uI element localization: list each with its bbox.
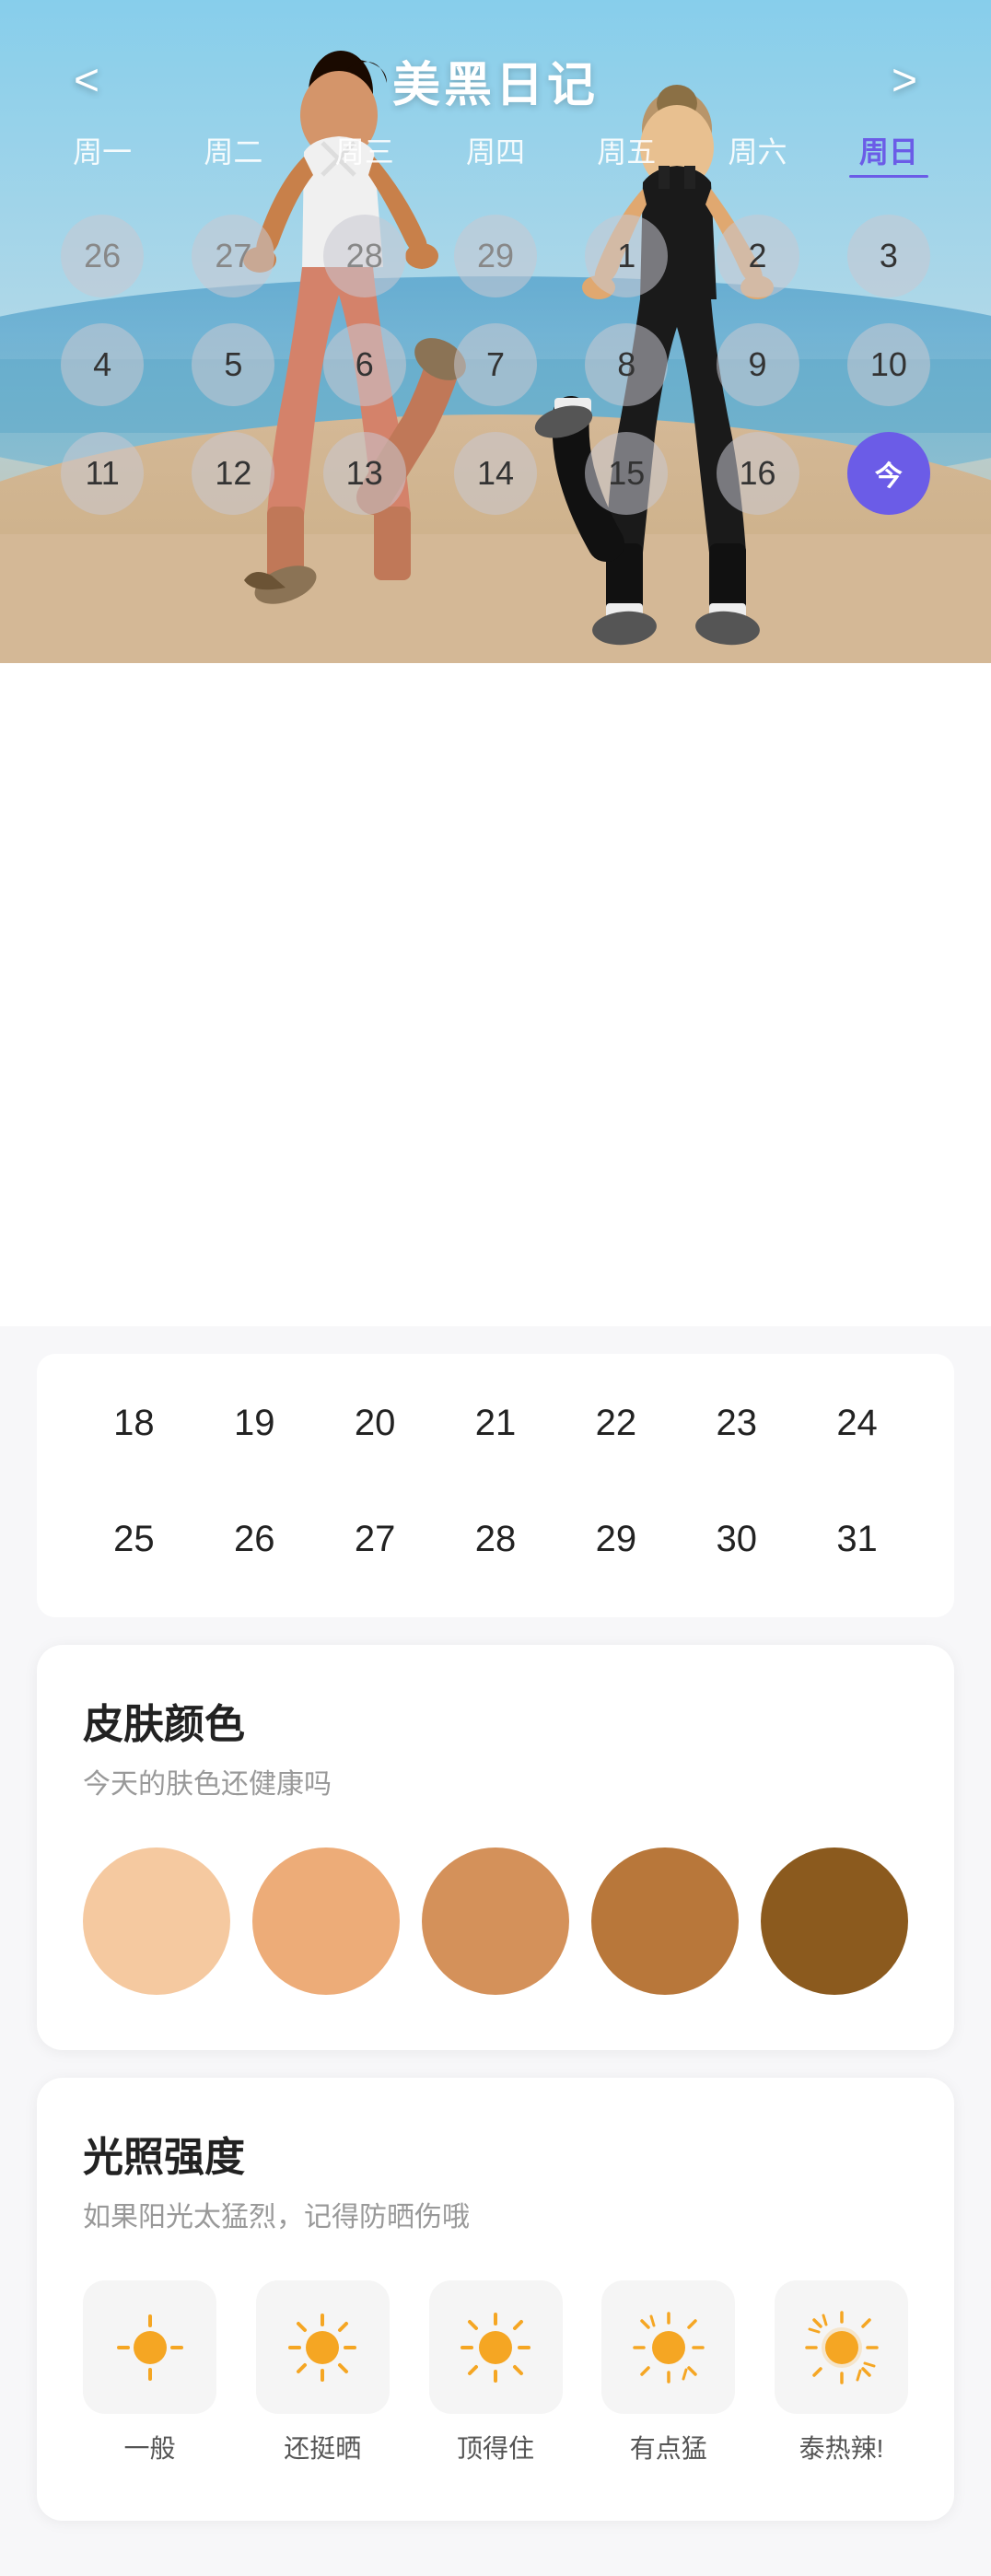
calendar-day[interactable]: 4 [37, 314, 168, 415]
skin-option-4[interactable] [591, 1847, 739, 1995]
calendar-day-today[interactable]: 今 [823, 423, 954, 524]
weekday-thu: 周四 [430, 120, 561, 187]
sun-option-2[interactable]: 还挺晒 [256, 2280, 390, 2465]
calendar-day[interactable]: 6 [299, 314, 430, 415]
calendar-day[interactable]: 9 [692, 314, 822, 415]
weekday-row: 周一 周二 周三 周四 周五 周六 周日 [37, 120, 954, 187]
sun-option-1-label: 一般 [123, 2429, 175, 2465]
weekday-fri: 周五 [561, 120, 692, 187]
skin-colors-row [83, 1847, 908, 1995]
calendar-day[interactable]: 28 [436, 1488, 556, 1590]
calendar-day[interactable]: 14 [430, 423, 561, 524]
calendar-day[interactable]: 3 [823, 205, 954, 307]
sun-option-4[interactable]: 有点猛 [601, 2280, 735, 2465]
skin-option-3[interactable] [422, 1847, 569, 1995]
hero-section: < 美黑日记 > 周一 周二 周三 周四 周五 周六 周日 26 27 28 [0, 0, 991, 663]
calendar-day[interactable]: 8 [561, 314, 692, 415]
calendar-day[interactable]: 21 [436, 1372, 556, 1474]
sun-option-2-label: 还挺晒 [284, 2429, 361, 2465]
sun-icon-4 [632, 2311, 705, 2384]
calendar-day[interactable]: 15 [561, 423, 692, 524]
calendar-day[interactable]: 28 [299, 205, 430, 307]
calendar-day[interactable]: 12 [168, 423, 298, 524]
calendar-day[interactable]: 1 [561, 205, 692, 307]
calendar-day[interactable]: 22 [555, 1372, 676, 1474]
sun-option-5[interactable]: 泰热辣! [775, 2280, 908, 2465]
calendar-day[interactable]: 7 [430, 314, 561, 415]
calendar-day[interactable]: 5 [168, 314, 298, 415]
sun-options-row: 一般 [83, 2280, 908, 2465]
sun-icon-wrap-2 [256, 2280, 390, 2414]
sun-option-3[interactable]: 顶得住 [429, 2280, 563, 2465]
sun-icon-1 [113, 2311, 187, 2384]
weekday-wed: 周三 [299, 120, 430, 187]
calendar-section: 周一 周二 周三 周四 周五 周六 周日 26 27 28 29 1 2 3 4 [0, 120, 991, 524]
sun-icon-wrap-5 [775, 2280, 908, 2414]
calendar-day[interactable]: 24 [797, 1372, 917, 1474]
weekday-mon: 周一 [37, 120, 168, 187]
sun-icon-2 [286, 2311, 359, 2384]
calendar-day[interactable]: 13 [299, 423, 430, 524]
calendar-day[interactable]: 18 [74, 1372, 194, 1474]
sun-option-5-label: 泰热辣! [799, 2429, 884, 2465]
sun-option-4-label: 有点猛 [630, 2429, 707, 2465]
calendar-day[interactable]: 10 [823, 314, 954, 415]
calendar-day[interactable]: 27 [168, 205, 298, 307]
skin-color-card: 皮肤颜色 今天的肤色还健康吗 [37, 1645, 954, 2050]
weekday-sat: 周六 [692, 120, 822, 187]
light-intensity-title: 光照强度 [83, 2124, 908, 2183]
weekday-sun: 周日 [823, 120, 954, 187]
calendar-day[interactable]: 20 [315, 1372, 436, 1474]
calendar-day[interactable]: 25 [74, 1488, 194, 1590]
calendar-day[interactable]: 30 [676, 1488, 797, 1590]
calendar-day[interactable]: 26 [194, 1488, 315, 1590]
light-intensity-card: 光照强度 如果阳光太猛烈，记得防晒伤哦 一般 [37, 2078, 954, 2521]
calendar-day[interactable]: 31 [797, 1488, 917, 1590]
calendar-day[interactable]: 2 [692, 205, 822, 307]
page-title: 美黑日记 [392, 46, 599, 115]
light-intensity-subtitle: 如果阳光太猛烈，记得防晒伤哦 [83, 2194, 908, 2234]
skin-option-2[interactable] [252, 1847, 400, 1995]
calendar-day[interactable]: 11 [37, 423, 168, 524]
app-container: < 美黑日记 > 周一 周二 周三 周四 周五 周六 周日 26 27 28 [0, 0, 991, 2576]
sun-icon-wrap-3 [429, 2280, 563, 2414]
calendar-day[interactable]: 29 [430, 205, 561, 307]
sun-icon-wrap-1 [83, 2280, 216, 2414]
skin-color-title: 皮肤颜色 [83, 1691, 908, 1750]
calendar-day[interactable]: 29 [555, 1488, 676, 1590]
calendar-day[interactable]: 27 [315, 1488, 436, 1590]
calendar-grid: 26 27 28 29 1 2 3 4 5 6 7 8 9 10 11 12 1… [37, 205, 954, 524]
skin-option-5[interactable] [761, 1847, 908, 1995]
sun-option-3-label: 顶得住 [457, 2429, 534, 2465]
header: < 美黑日记 > [0, 0, 991, 134]
sun-option-1[interactable]: 一般 [83, 2280, 216, 2465]
bottom-section: 18 19 20 21 22 23 24 25 26 27 28 29 30 3… [0, 1326, 991, 2576]
skin-option-1[interactable] [83, 1847, 230, 1995]
calendar-day[interactable]: 19 [194, 1372, 315, 1474]
skin-color-subtitle: 今天的肤色还健康吗 [83, 1761, 908, 1801]
sun-icon-5 [805, 2311, 879, 2384]
calendar-day[interactable]: 23 [676, 1372, 797, 1474]
prev-button[interactable]: < [55, 46, 118, 115]
calendar-grid-lower: 18 19 20 21 22 23 24 25 26 27 28 29 30 3… [74, 1372, 917, 1590]
next-button[interactable]: > [873, 46, 936, 115]
weekday-tue: 周二 [168, 120, 298, 187]
sun-icon-3 [459, 2311, 532, 2384]
sun-icon-wrap-4 [601, 2280, 735, 2414]
calendar-day[interactable]: 26 [37, 205, 168, 307]
calendar-lower: 18 19 20 21 22 23 24 25 26 27 28 29 30 3… [37, 1354, 954, 1617]
calendar-day[interactable]: 16 [692, 423, 822, 524]
